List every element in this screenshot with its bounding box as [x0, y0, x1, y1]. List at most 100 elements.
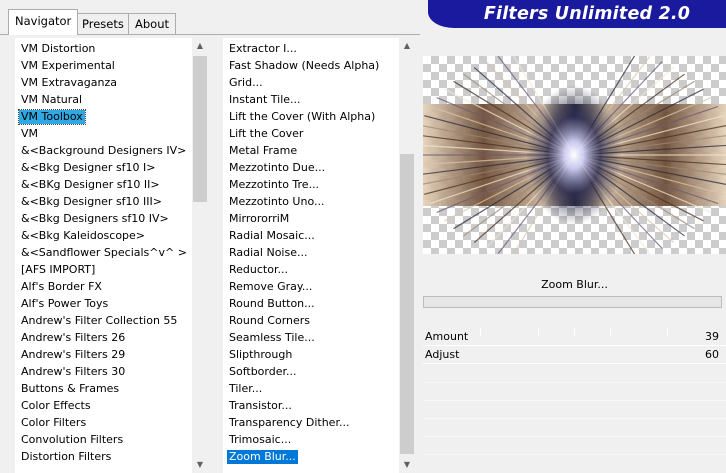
category-item[interactable]: Alf's Border FX: [15, 278, 192, 295]
row-divider: [423, 418, 726, 419]
category-item[interactable]: VM Distortion: [15, 40, 192, 57]
filter-scrollbar[interactable]: ▲ ▼: [399, 38, 415, 473]
category-item-label: VM: [21, 127, 39, 140]
category-item-label: Andrew's Filters 26: [21, 331, 126, 344]
filter-item-label: Fast Shadow (Needs Alpha): [229, 59, 380, 72]
category-item[interactable]: &<Bkg Designers sf10 IV>: [15, 210, 192, 227]
filter-item[interactable]: Softborder...: [223, 363, 399, 380]
category-item[interactable]: Andrew's Filters 30: [15, 363, 192, 380]
filter-list[interactable]: Extractor I... Fast Shadow (Needs Alpha) G…: [223, 38, 415, 473]
category-item[interactable]: VM: [15, 125, 192, 142]
category-item[interactable]: VM Extravaganza: [15, 74, 192, 91]
category-scrollbar[interactable]: ▲ ▼: [192, 38, 208, 473]
tab-presets[interactable]: Presets: [75, 13, 131, 34]
category-item-label: &<Sandflower Specials^v^ >: [21, 246, 187, 259]
category-item[interactable]: &<Bkg Kaleidoscope>: [15, 227, 192, 244]
filter-item-label: Transparency Dither...: [229, 416, 350, 429]
category-item[interactable]: &<BKg Designer sf10 II>: [15, 176, 192, 193]
filter-item[interactable]: Lift the Cover: [223, 125, 399, 142]
category-item[interactable]: &<Sandflower Specials^v^ >: [15, 244, 192, 261]
category-item-label: [AFS IMPORT]: [21, 263, 96, 276]
category-item[interactable]: Convolution Filters: [15, 431, 192, 448]
filter-item[interactable]: Fast Shadow (Needs Alpha): [223, 57, 399, 74]
filter-item[interactable]: Mezzotinto Tre...: [223, 176, 399, 193]
category-item[interactable]: &<Bkg Designer sf10 III>: [15, 193, 192, 210]
category-item-label: Andrew's Filters 30: [21, 365, 126, 378]
filter-item[interactable]: Mezzotinto Uno...: [223, 193, 399, 210]
scroll-up-arrow-icon[interactable]: ▲: [399, 38, 415, 54]
category-item[interactable]: &<Background Designers IV>: [15, 142, 192, 159]
scroll-up-arrow-icon[interactable]: ▲: [192, 38, 208, 54]
filter-item-label: Mezzotinto Tre...: [229, 178, 320, 191]
category-item-label: Andrew's Filter Collection 55: [21, 314, 178, 327]
filter-item-label: MirrororriM: [229, 212, 290, 225]
filter-item-label: Metal Frame: [229, 144, 298, 157]
row-divider: [423, 454, 726, 455]
filter-item-label: Radial Noise...: [229, 246, 308, 259]
filter-item-label: Mezzotinto Due...: [229, 161, 326, 174]
category-list[interactable]: VM Distortion VM Experimental VM Extravaga…: [15, 38, 208, 473]
filter-item[interactable]: Trimosaic...: [223, 431, 399, 448]
slider-amount[interactable]: Amount 39: [423, 328, 726, 346]
category-item[interactable]: Andrew's Filters 26: [15, 329, 192, 346]
filters-unlimited-logo: Filters Unlimited 2.0: [428, 0, 726, 28]
filter-item-label: Trimosaic...: [229, 433, 292, 446]
category-item[interactable]: VM Experimental: [15, 57, 192, 74]
parameter-sliders: Amount 39 Adjust 60: [423, 328, 726, 364]
category-item[interactable]: Andrew's Filter Collection 55: [15, 312, 192, 329]
filter-item[interactable]: Round Corners: [223, 312, 399, 329]
tab-about[interactable]: About: [128, 13, 177, 34]
category-item[interactable]: VM Toolbox: [15, 108, 192, 125]
progress-bar: [423, 296, 722, 308]
filter-item[interactable]: Seamless Tile...: [223, 329, 399, 346]
filter-item[interactable]: Reductor...: [223, 261, 399, 278]
filter-item[interactable]: Extractor I...: [223, 40, 399, 57]
filter-item[interactable]: Metal Frame: [223, 142, 399, 159]
filter-item-label: Round Corners: [229, 314, 311, 327]
category-item[interactable]: VM Natural: [15, 91, 192, 108]
param-label: Adjust: [425, 348, 460, 361]
filter-scroll-thumb[interactable]: [400, 154, 414, 454]
filter-item-label: Slipthrough: [229, 348, 293, 361]
category-item[interactable]: Color Filters: [15, 414, 192, 431]
filter-item[interactable]: Grid...: [223, 74, 399, 91]
category-item-label: &<BKg Designer sf10 II>: [21, 178, 160, 191]
filter-item[interactable]: Transistor...: [223, 397, 399, 414]
category-item-label: Color Effects: [21, 399, 91, 412]
filter-item[interactable]: Radial Noise...: [223, 244, 399, 261]
category-item[interactable]: Alf's Power Toys: [15, 295, 192, 312]
current-filter-title: Zoom Blur...: [541, 278, 608, 291]
slider-adjust[interactable]: Adjust 60: [423, 346, 726, 364]
filter-item-label: Mezzotinto Uno...: [229, 195, 325, 208]
filter-item[interactable]: MirrororriM: [223, 210, 399, 227]
tab-navigator[interactable]: Navigator: [8, 9, 79, 35]
filter-item[interactable]: Instant Tile...: [223, 91, 399, 108]
category-item[interactable]: &<Bkg Designer sf10 I>: [15, 159, 192, 176]
filter-item[interactable]: Slipthrough: [223, 346, 399, 363]
category-scroll-thumb[interactable]: [193, 56, 207, 202]
filter-item-label: Extractor I...: [229, 42, 297, 55]
filter-item[interactable]: Remove Gray...: [223, 278, 399, 295]
filter-item[interactable]: Tiler...: [223, 380, 399, 397]
category-item[interactable]: Buttons & Frames: [15, 380, 192, 397]
filter-item[interactable]: Zoom Blur...: [223, 448, 399, 465]
filter-item[interactable]: Lift the Cover (With Alpha): [223, 108, 399, 125]
category-item[interactable]: Andrew's Filters 29: [15, 346, 192, 363]
filter-item[interactable]: Transparency Dither...: [223, 414, 399, 431]
filter-item[interactable]: Round Button...: [223, 295, 399, 312]
category-item-label: &<Bkg Designer sf10 III>: [21, 195, 163, 208]
scroll-down-arrow-icon[interactable]: ▼: [399, 457, 415, 473]
category-item-label: VM Toolbox: [18, 109, 86, 125]
category-item-label: VM Natural: [21, 93, 83, 106]
category-item-label: Buttons & Frames: [21, 382, 120, 395]
category-item-label: &<Bkg Kaleidoscope>: [21, 229, 146, 242]
category-item[interactable]: [AFS IMPORT]: [15, 261, 192, 278]
category-item-label: VM Experimental: [21, 59, 115, 72]
category-item[interactable]: Distortion Filters: [15, 448, 192, 465]
filter-item[interactable]: Radial Mosaic...: [223, 227, 399, 244]
filter-item[interactable]: Mezzotinto Due...: [223, 159, 399, 176]
category-items: VM Distortion VM Experimental VM Extravaga…: [15, 40, 192, 465]
category-item-label: Convolution Filters: [21, 433, 124, 446]
category-item[interactable]: Color Effects: [15, 397, 192, 414]
scroll-down-arrow-icon[interactable]: ▼: [192, 457, 208, 473]
